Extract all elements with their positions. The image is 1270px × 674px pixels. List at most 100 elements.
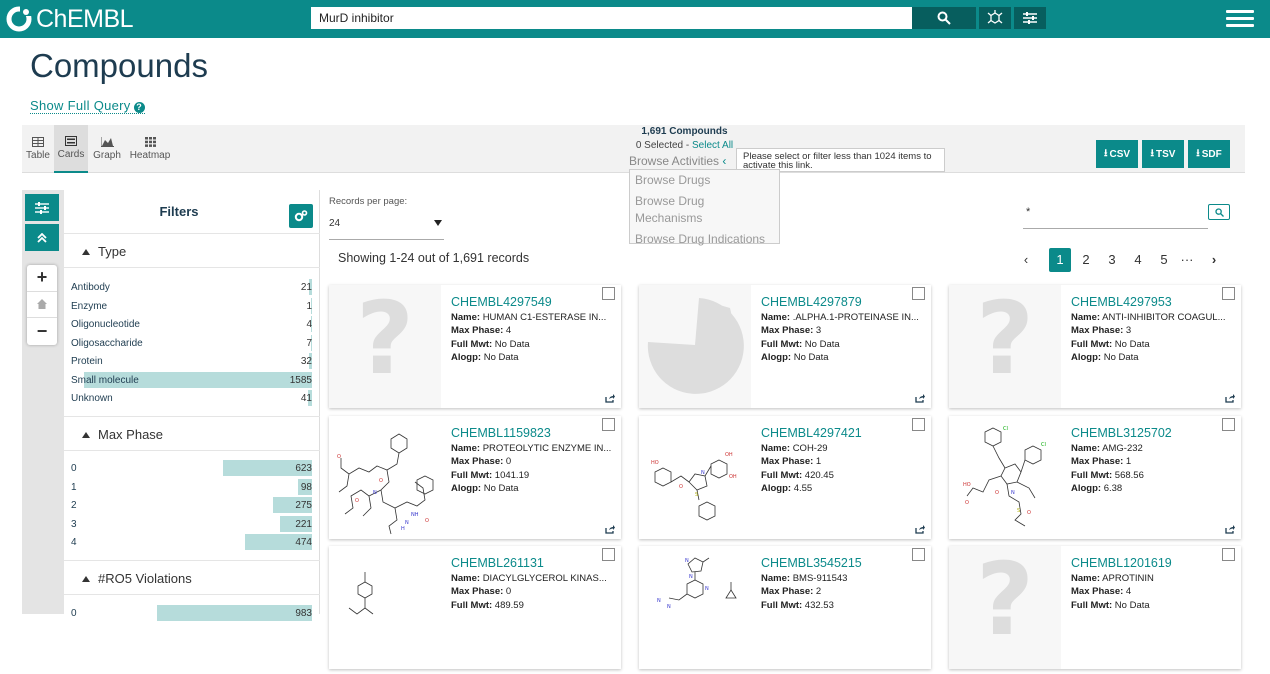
filter-section-title: Max Phase bbox=[98, 427, 164, 442]
filter-row-phase-3[interactable]: 3 221 bbox=[64, 515, 320, 534]
download-tsv-button[interactable]: ⭳ TSV bbox=[1142, 140, 1184, 168]
filter-row-phase-1[interactable]: 1 98 bbox=[64, 478, 320, 497]
filter-section-header[interactable]: Type bbox=[64, 234, 320, 268]
field-value: 1041.19 bbox=[494, 470, 530, 481]
compound-id-link[interactable]: CHEMBL4297421 bbox=[761, 426, 862, 440]
filter-row-oligosaccharide[interactable]: Oligosaccharide 7 bbox=[64, 334, 320, 353]
share-icon[interactable] bbox=[915, 525, 925, 534]
card-select-checkbox[interactable] bbox=[602, 418, 615, 431]
card-select-checkbox[interactable] bbox=[912, 418, 925, 431]
card-select-checkbox[interactable] bbox=[1222, 548, 1235, 561]
search-input[interactable] bbox=[311, 7, 912, 29]
page-3[interactable]: 3 bbox=[1101, 248, 1123, 272]
filter-row-ro5-0[interactable]: 0 983 bbox=[64, 604, 320, 623]
card-select-checkbox[interactable] bbox=[602, 287, 615, 300]
filter-row-unknown[interactable]: Unknown 41 bbox=[64, 389, 320, 408]
compound-card[interactable]: O HO OH OH S N CHEMBL4297421 Name: COH-29 Max… bbox=[639, 416, 931, 539]
share-icon[interactable] bbox=[915, 394, 925, 403]
toggle-filters-button[interactable] bbox=[25, 194, 59, 221]
card-select-checkbox[interactable] bbox=[1222, 287, 1235, 300]
compound-id-link[interactable]: CHEMBL3545215 bbox=[761, 556, 862, 570]
browse-activities-button[interactable]: Browse Activities ‹ bbox=[629, 154, 726, 168]
structure-search-button[interactable] bbox=[979, 7, 1011, 29]
filter-row-phase-2[interactable]: 2 275 bbox=[64, 496, 320, 515]
svg-text:Cl: Cl bbox=[1041, 442, 1046, 448]
compound-card[interactable]: ? CHEMBL4297953 Name: ANTI-INHIBITOR COA… bbox=[949, 280, 1241, 408]
filter-row-small-molecule[interactable]: Small molecule 1585 bbox=[64, 371, 320, 390]
compound-card[interactable]: CHEMBL4297879 Name: .ALPHA.1-PROTEINASE … bbox=[639, 285, 931, 408]
filter-row-oligonucleotide[interactable]: Oligonucleotide 4 bbox=[64, 315, 320, 334]
filter-section-header[interactable]: Max Phase bbox=[64, 417, 320, 451]
compound-id-link[interactable]: CHEMBL261131 bbox=[451, 556, 544, 570]
next-page-icon[interactable]: › bbox=[1203, 248, 1225, 272]
share-icon[interactable] bbox=[605, 394, 615, 403]
logo-text: ChEMBL bbox=[36, 4, 134, 33]
card-select-checkbox[interactable] bbox=[1222, 418, 1235, 431]
records-per-page-select[interactable]: 24 bbox=[329, 212, 444, 240]
compound-card[interactable]: CHEMBL261131 Name: DIACYLGLYCEROL KINAS.… bbox=[329, 546, 621, 669]
compound-id-link[interactable]: CHEMBL1159823 bbox=[451, 426, 551, 440]
hamburger-menu-icon[interactable] bbox=[1226, 10, 1254, 28]
heatmap-icon bbox=[144, 137, 156, 147]
view-table-tab[interactable]: Table bbox=[22, 125, 54, 173]
download-csv-button[interactable]: ⭳ CSV bbox=[1096, 140, 1138, 168]
compound-id-link[interactable]: CHEMBL4297549 bbox=[451, 295, 552, 309]
page-1[interactable]: 1 bbox=[1049, 248, 1071, 272]
share-icon[interactable] bbox=[1225, 394, 1235, 403]
compound-card[interactable]: NNNNN CHEMBL3545215 Name: BMS-911543 Max… bbox=[639, 546, 931, 669]
browse-drug-indications-item[interactable]: Browse Drug Indications bbox=[630, 229, 779, 250]
collapse-up-button[interactable] bbox=[25, 224, 59, 251]
show-full-query-link[interactable]: Show Full Query? bbox=[30, 98, 145, 114]
compound-image: ? bbox=[949, 541, 1061, 669]
filter-count: 1585 bbox=[289, 374, 312, 386]
field-value: 6.38 bbox=[1103, 483, 1123, 494]
download-sdf-button[interactable]: ⭳ SDF bbox=[1188, 140, 1230, 168]
compound-card[interactable]: Cl Cl HO O O O N S CHEMBL3125702 Name: AMG-232 … bbox=[949, 416, 1241, 539]
share-icon[interactable] bbox=[1225, 525, 1235, 534]
cards-search-input[interactable]: * bbox=[1023, 203, 1208, 229]
zoom-in-icon[interactable]: + bbox=[27, 265, 57, 292]
compound-alogp: Alogp: 4.55 bbox=[761, 483, 923, 494]
filter-row-phase-0[interactable]: 0 623 bbox=[64, 459, 320, 478]
zoom-out-icon[interactable]: − bbox=[27, 318, 57, 345]
compound-id-link[interactable]: CHEMBL4297953 bbox=[1071, 295, 1172, 309]
card-select-checkbox[interactable] bbox=[602, 548, 615, 561]
filter-section-header[interactable]: #RO5 Violations bbox=[64, 561, 320, 595]
chembl-logo[interactable]: ChEMBL bbox=[6, 4, 134, 34]
browse-drug-mechanisms-item[interactable]: Browse Drug Mechanisms bbox=[630, 191, 779, 229]
view-heatmap-tab[interactable]: Heatmap bbox=[126, 125, 174, 173]
home-icon[interactable] bbox=[27, 292, 57, 319]
compound-id-link[interactable]: CHEMBL4297879 bbox=[761, 295, 862, 309]
filter-settings-button[interactable] bbox=[289, 204, 313, 228]
compound-card[interactable]: O O O O N N H NH CHEMBL1159823 Name: PROTEOLYTI… bbox=[329, 416, 621, 539]
advanced-search-button[interactable] bbox=[1014, 7, 1046, 29]
page-5[interactable]: 5 bbox=[1153, 248, 1175, 272]
compound-card[interactable]: ? CHEMBL1201619 Name: APROTININ Max Phas… bbox=[949, 541, 1241, 669]
card-select-checkbox[interactable] bbox=[912, 548, 925, 561]
filter-label: Unknown bbox=[71, 393, 113, 404]
compound-mwt: Full Mwt: No Data bbox=[761, 339, 923, 350]
page-2[interactable]: 2 bbox=[1075, 248, 1097, 272]
view-cards-tab[interactable]: Cards bbox=[54, 125, 88, 173]
compound-card[interactable]: ? CHEMBL4297549 Name: HUMAN C1-ESTERASE … bbox=[329, 280, 621, 408]
filter-label: Oligonucleotide bbox=[71, 319, 140, 330]
card-select-checkbox[interactable] bbox=[912, 287, 925, 300]
cards-search-button[interactable] bbox=[1208, 204, 1230, 220]
svg-text:NH: NH bbox=[411, 512, 419, 518]
browse-drugs-item[interactable]: Browse Drugs bbox=[630, 170, 779, 191]
page-4[interactable]: 4 bbox=[1127, 248, 1149, 272]
prev-page-icon[interactable]: ‹ bbox=[1015, 248, 1037, 272]
view-graph-tab[interactable]: Graph bbox=[88, 125, 126, 173]
graph-icon bbox=[100, 137, 114, 147]
select-all-link[interactable]: Select All bbox=[692, 140, 733, 151]
compound-id-link[interactable]: CHEMBL3125702 bbox=[1071, 426, 1172, 440]
search-button[interactable] bbox=[912, 7, 976, 29]
compound-phase: Max Phase: 2 bbox=[761, 586, 923, 597]
filter-row-protein[interactable]: Protein 32 bbox=[64, 352, 320, 371]
filter-row-enzyme[interactable]: Enzyme 1 bbox=[64, 297, 320, 316]
share-icon[interactable] bbox=[605, 525, 615, 534]
filter-row-phase-4[interactable]: 4 474 bbox=[64, 533, 320, 552]
compound-id-link[interactable]: CHEMBL1201619 bbox=[1071, 556, 1172, 570]
filter-row-antibody[interactable]: Antibody 21 bbox=[64, 278, 320, 297]
filter-count: 98 bbox=[300, 481, 312, 493]
